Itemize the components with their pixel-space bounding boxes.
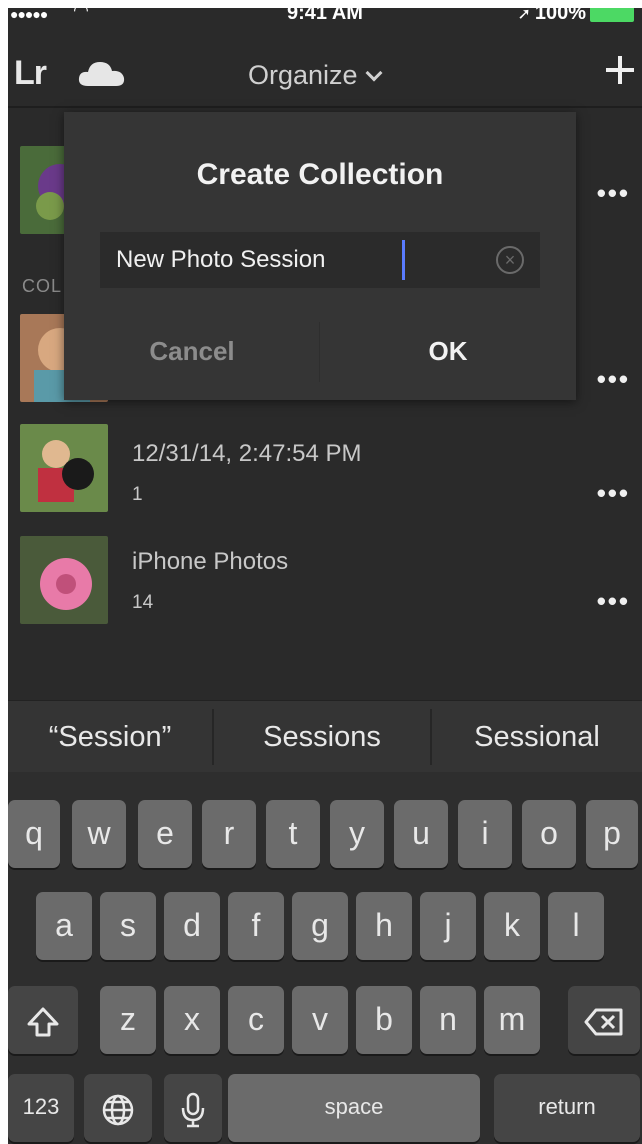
key-c[interactable]: c — [228, 986, 284, 1054]
predictive-text-bar: “Session” Sessions Sessional — [8, 700, 642, 772]
key-m[interactable]: m — [484, 986, 540, 1054]
cloud-icon[interactable] — [78, 58, 128, 88]
organize-dropdown[interactable]: Organize — [248, 60, 383, 91]
key-p[interactable]: p — [586, 800, 638, 868]
key-g[interactable]: g — [292, 892, 348, 960]
section-header: COL — [22, 276, 63, 296]
collection-title: 12/31/14, 2:47:54 PM — [132, 440, 362, 467]
globe-key[interactable] — [84, 1074, 152, 1142]
chevron-down-icon — [365, 64, 383, 82]
key-e[interactable]: e — [138, 800, 192, 868]
key-j[interactable]: j — [420, 892, 476, 960]
battery-indicator: ➚ 100% — [517, 8, 634, 25]
collection-name-input[interactable] — [100, 232, 540, 288]
numbers-key[interactable]: 123 — [8, 1074, 74, 1142]
list-item[interactable]: iPhone Photos 14 ••• — [8, 530, 642, 640]
key-n[interactable]: n — [420, 986, 476, 1054]
key-x[interactable]: x — [164, 986, 220, 1054]
space-key[interactable]: space — [228, 1074, 480, 1142]
key-a[interactable]: a — [36, 892, 92, 960]
battery-icon — [590, 8, 634, 22]
key-y[interactable]: y — [330, 800, 384, 868]
more-options-icon[interactable]: ••• — [597, 478, 630, 509]
key-u[interactable]: u — [394, 800, 448, 868]
create-collection-dialog: Create Collection × Cancel OK — [64, 112, 576, 400]
app-screen: ●●●●● ◠ 9:41 AM ➚ 100% Lr Organize ••• C… — [8, 8, 642, 1144]
dialog-title: Create Collection — [196, 158, 444, 191]
status-bar: ●●●●● ◠ 9:41 AM ➚ 100% — [8, 8, 642, 30]
globe-icon — [102, 1094, 134, 1125]
dictation-key[interactable] — [164, 1074, 222, 1142]
key-i[interactable]: i — [458, 800, 512, 868]
key-l[interactable]: l — [548, 892, 604, 960]
more-options-icon[interactable]: ••• — [597, 178, 630, 209]
suggestion-sessional[interactable]: Sessional — [432, 701, 642, 773]
location-icon: ➚ — [517, 8, 531, 23]
more-options-icon[interactable]: ••• — [597, 364, 630, 395]
ok-button[interactable]: OK — [320, 326, 576, 376]
list-item[interactable]: 12/31/14, 2:47:54 PM 1 ••• — [8, 420, 642, 530]
clear-input-icon[interactable]: × — [496, 246, 524, 274]
microphone-icon — [181, 1092, 205, 1127]
key-b[interactable]: b — [356, 986, 412, 1054]
key-v[interactable]: v — [292, 986, 348, 1054]
key-z[interactable]: z — [100, 986, 156, 1054]
collection-thumbnail — [20, 424, 108, 512]
shift-icon — [27, 1007, 59, 1037]
key-d[interactable]: d — [164, 892, 220, 960]
key-h[interactable]: h — [356, 892, 412, 960]
suggestion-sessions[interactable]: Sessions — [214, 701, 430, 773]
key-r[interactable]: r — [202, 800, 256, 868]
key-s[interactable]: s — [100, 892, 156, 960]
delete-key[interactable] — [568, 986, 640, 1054]
battery-percent: 100% — [534, 8, 586, 24]
backspace-icon — [584, 1008, 623, 1036]
shift-key[interactable] — [8, 986, 78, 1054]
key-w[interactable]: w — [72, 800, 126, 868]
keyboard: q w e r t y u i o p a s d f g h j k l z … — [8, 772, 642, 1144]
nav-title-label: Organize — [248, 60, 358, 90]
app-logo: Lr — [14, 54, 47, 92]
text-caret — [402, 240, 405, 280]
collection-title: iPhone Photos — [132, 548, 289, 575]
key-f[interactable]: f — [228, 892, 284, 960]
collection-count: 14 — [132, 592, 154, 613]
add-icon[interactable] — [606, 56, 634, 84]
collection-thumbnail — [20, 536, 108, 624]
key-o[interactable]: o — [522, 800, 576, 868]
more-options-icon[interactable]: ••• — [597, 586, 630, 617]
nav-bar: Lr Organize — [8, 30, 642, 108]
key-q[interactable]: q — [8, 800, 60, 868]
return-key[interactable]: return — [494, 1074, 640, 1142]
key-k[interactable]: k — [484, 892, 540, 960]
collection-count: 1 — [132, 484, 143, 505]
key-t[interactable]: t — [266, 800, 320, 868]
suggestion-quoted[interactable]: “Session” — [8, 701, 212, 773]
cancel-button[interactable]: Cancel — [64, 326, 320, 376]
